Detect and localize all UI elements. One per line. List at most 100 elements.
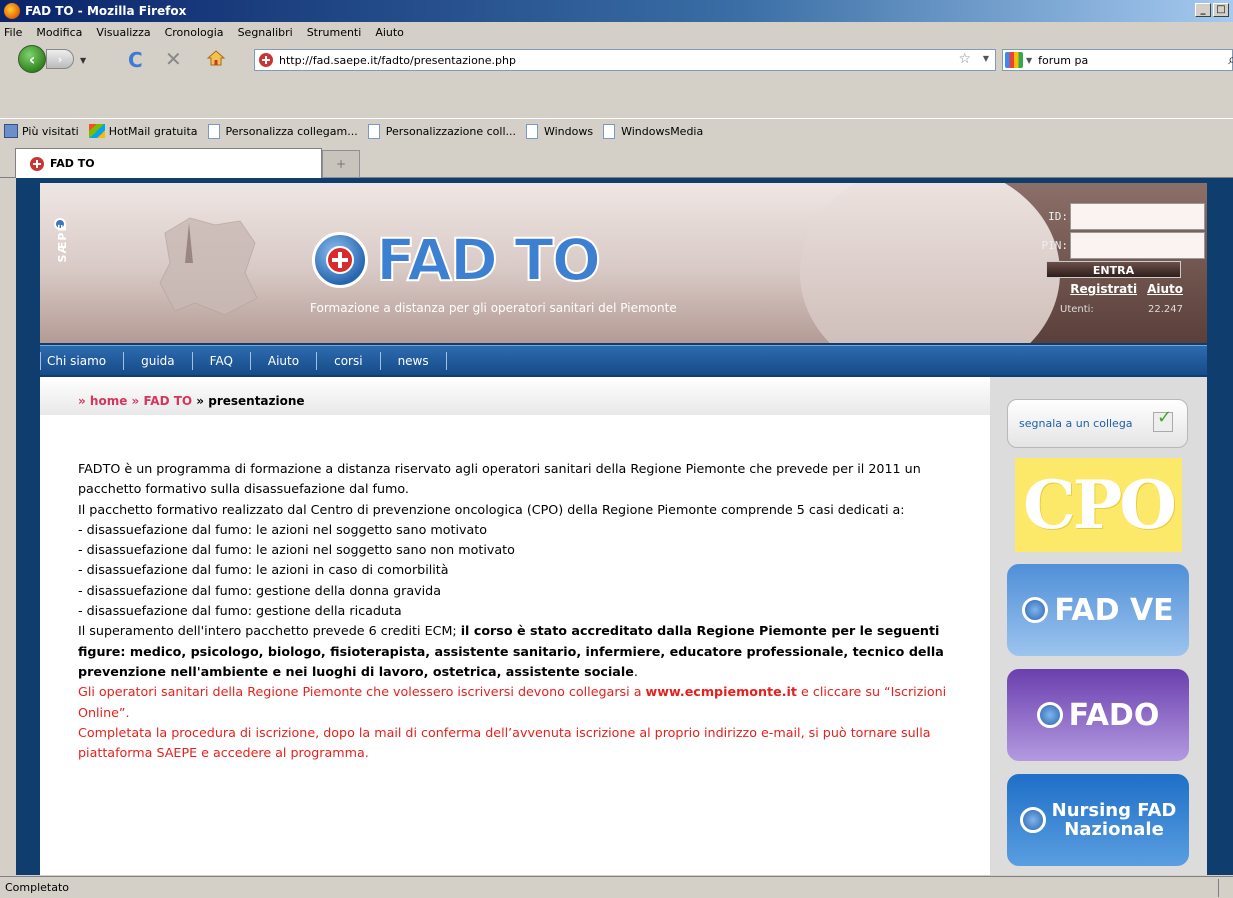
pin-label: PIN: <box>1041 239 1069 252</box>
search-icon[interactable]: ⌕ <box>1228 52 1233 68</box>
users-label: Utenti: <box>1060 304 1094 315</box>
entra-button[interactable]: ENTRA <box>1046 261 1181 278</box>
registrati-link[interactable]: Registrati <box>1070 282 1137 296</box>
list-item: - disassuefazione dal fumo: gestione del… <box>78 603 402 619</box>
site-nav: Chi siamo guida FAQ Aiuto corsi news <box>40 345 1207 375</box>
cpo-banner[interactable]: CPO <box>1015 458 1182 552</box>
breadcrumb-home[interactable]: » home <box>78 394 127 408</box>
stop-button[interactable]: ✕ <box>165 47 182 71</box>
nursing-label: Nursing FAD Nazionale <box>1052 801 1177 839</box>
piemonte-map-icon <box>159 217 258 316</box>
nav-guida[interactable]: guida <box>124 351 193 370</box>
bookmark-windows[interactable]: Windows <box>525 123 594 139</box>
fadve-logo-icon <box>1022 597 1049 623</box>
bookmark-label: WindowsMedia <box>621 124 704 138</box>
url-text: http://fad.saepe.it/fadto/presentazione.… <box>279 53 516 67</box>
aiuto-link[interactable]: Aiuto <box>1147 282 1183 296</box>
breadcrumb: » home » FAD TO » presentazione <box>78 394 305 408</box>
nav-aiuto[interactable]: Aiuto <box>251 351 318 370</box>
site-favicon-icon <box>259 53 273 67</box>
id-input[interactable] <box>1070 203 1205 230</box>
msn-icon <box>88 124 105 138</box>
reload-button[interactable]: C <box>128 48 143 72</box>
fadve-label: FAD VE <box>1054 592 1174 628</box>
tab-fad-to[interactable]: FAD TO <box>15 148 322 178</box>
credits-end: . <box>633 663 638 679</box>
pin-input[interactable] <box>1070 232 1205 259</box>
history-dropdown-icon[interactable]: ▼ <box>80 56 86 65</box>
firefox-icon <box>4 3 20 19</box>
logo-text: FAD TO <box>375 226 602 294</box>
home-button[interactable] <box>207 50 225 66</box>
minimize-button[interactable]: _ <box>1195 3 1211 17</box>
nav-news[interactable]: news <box>381 351 447 370</box>
breadcrumb-bar: » home » FAD TO » presentazione <box>40 377 990 415</box>
fadto-logo[interactable]: FAD TO <box>312 226 602 294</box>
menu-modifica[interactable]: Modifica <box>36 26 82 39</box>
new-tab-button[interactable]: + <box>322 150 360 178</box>
search-input[interactable]: forum pa <box>1038 54 1088 67</box>
bookmark-piu-visitati[interactable]: Più visitati <box>4 124 79 138</box>
menu-cronologia[interactable]: Cronologia <box>165 26 224 39</box>
search-engine-dropdown-icon[interactable]: ▼ <box>1026 56 1032 65</box>
search-bar[interactable]: ▼ forum pa ⌕ <box>1002 49 1233 71</box>
main-content: » home » FAD TO » presentazione FADTO è … <box>40 377 990 875</box>
google-search-engine-icon[interactable] <box>1005 52 1023 68</box>
nursing-line-2: Nazionale <box>1064 819 1164 840</box>
tagline: Formazione a distanza per gli operatori … <box>310 301 677 315</box>
list-item: - disassuefazione dal fumo: le azioni ne… <box>78 542 515 558</box>
menu-file[interactable]: File <box>4 26 22 39</box>
page-icon <box>603 123 616 139</box>
fado-banner[interactable]: FADO <box>1007 669 1189 761</box>
checkmark-icon <box>1153 407 1173 432</box>
url-bar[interactable]: http://fad.saepe.it/fadto/presentazione.… <box>254 49 996 71</box>
fadve-banner[interactable]: FAD VE <box>1007 564 1189 656</box>
status-text: Completato <box>5 881 70 894</box>
segnala-collega-button[interactable]: segnala a un collega <box>1007 399 1188 448</box>
nursing-logo-icon <box>1019 807 1046 833</box>
page-icon <box>367 123 380 139</box>
breadcrumb-fadto[interactable]: » FAD TO <box>132 394 193 408</box>
menu-strumenti[interactable]: Strumenti <box>307 26 362 39</box>
breadcrumb-current: » presentazione <box>196 394 305 408</box>
paragraph-package: Il pacchetto formativo realizzato dal Ce… <box>78 501 905 517</box>
menu-visualizza[interactable]: Visualizza <box>96 26 150 39</box>
url-dropdown-icon[interactable]: ▼ <box>983 54 989 63</box>
menu-segnalibri[interactable]: Segnalibri <box>238 26 293 39</box>
paragraph-credits: Il superamento dell'intero pacchetto pre… <box>78 621 973 682</box>
site-favicon-icon <box>30 156 44 171</box>
bookmark-label: Windows <box>543 124 594 138</box>
paragraph-registration: Gli operatori sanitari della Regione Pie… <box>78 682 973 723</box>
nursing-line-1: Nursing FAD <box>1051 800 1177 821</box>
bookmark-label: Più visitati <box>22 124 79 138</box>
folder-icon <box>4 124 18 138</box>
list-item: - disassuefazione dal fumo: le azioni ne… <box>78 521 488 537</box>
fado-label: FADO <box>1068 697 1160 733</box>
nav-corsi[interactable]: corsi <box>317 351 381 370</box>
registration-text: Gli operatori sanitari della Regione Pie… <box>78 684 646 700</box>
bookmark-star-icon[interactable]: ☆ <box>958 51 971 67</box>
bookmark-hotmail[interactable]: HotMail gratuita <box>88 124 198 138</box>
list-item: - disassuefazione dal fumo: le azioni in… <box>78 562 449 578</box>
id-label: ID: <box>1048 210 1068 223</box>
forward-button[interactable]: › <box>46 49 74 69</box>
bookmark-personalizza-collegam[interactable]: Personalizza collegam... <box>207 123 358 139</box>
nav-faq[interactable]: FAQ <box>193 351 251 370</box>
users-count: 22.247 <box>1148 304 1183 315</box>
ecmpiemonte-link[interactable]: www.ecmpiemonte.it <box>646 684 797 699</box>
back-button[interactable]: ‹ <box>18 45 46 73</box>
status-divider <box>1218 879 1219 897</box>
bookmark-personalizzazione-coll[interactable]: Personalizzazione coll... <box>367 123 516 139</box>
nursing-fad-banner[interactable]: Nursing FAD Nazionale <box>1007 774 1189 866</box>
nav-chi-siamo[interactable]: Chi siamo <box>40 351 125 370</box>
page-icon <box>207 123 220 139</box>
maximize-button[interactable]: □ <box>1213 3 1229 17</box>
page-viewport: SÆPE FAD TO Formazione a distanza per gl… <box>16 178 1233 875</box>
title-bar: FAD TO - Mozilla Firefox _ □ <box>0 0 1233 22</box>
saepe-brand: SÆPE <box>56 223 69 263</box>
paragraph-completion: Completata la procedura di iscrizione, d… <box>78 724 931 761</box>
bookmark-windowsmedia[interactable]: WindowsMedia <box>603 123 704 139</box>
status-bar: Completato <box>0 876 1233 898</box>
menu-aiuto[interactable]: Aiuto <box>375 26 404 39</box>
page-icon <box>525 123 538 139</box>
